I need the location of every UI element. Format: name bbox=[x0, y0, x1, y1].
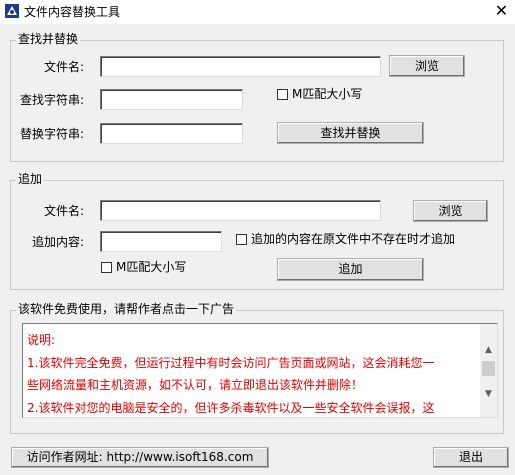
ap-match-case-checkbox[interactable] bbox=[101, 262, 112, 273]
notice-line: 些网络流量和主机资源，如不认可，请立即退出该软件并删除！ bbox=[27, 378, 364, 392]
exit-button[interactable]: 退出 bbox=[433, 447, 509, 468]
find-replace-group-title: 查找并替换 bbox=[16, 32, 81, 46]
close-icon[interactable]: ✕ bbox=[488, 0, 515, 24]
app-logo-icon bbox=[5, 4, 19, 18]
ap-content-input[interactable] bbox=[100, 231, 222, 252]
fr-file-input[interactable] bbox=[100, 56, 381, 77]
fr-file-label: 文件名: bbox=[43, 60, 84, 74]
window-title: 文件内容替换工具 bbox=[24, 5, 121, 19]
scroll-down-icon[interactable]: ▼ bbox=[480, 386, 497, 403]
fr-find-input[interactable] bbox=[100, 89, 243, 110]
ap-content-label: 追加内容: bbox=[31, 235, 84, 249]
ad-group-title: 该软件免费使用，请帮作者点击一下广告 bbox=[16, 302, 237, 316]
ap-file-input[interactable] bbox=[100, 200, 381, 221]
ap-only-if-absent-checkbox[interactable] bbox=[236, 234, 247, 245]
ap-file-label: 文件名: bbox=[43, 204, 84, 218]
ap-match-case-label: M匹配大小写 bbox=[116, 260, 187, 274]
fr-find-label: 查找字符串: bbox=[19, 93, 84, 107]
fr-replace-input[interactable] bbox=[100, 123, 243, 144]
append-group-title: 追加 bbox=[16, 172, 45, 186]
notice-textbox[interactable]: 说明: 1.该软件完全免费，但运行过程中有时会访问广告页面或网站，这会消耗您一 … bbox=[22, 323, 498, 418]
notice-line: 说明: bbox=[27, 333, 56, 347]
append-button[interactable]: 追加 bbox=[277, 258, 424, 281]
notice-line: 2.该软件对您的电脑是安全的，但许多杀毒软件以及一些安全软件会误报，这 bbox=[27, 401, 435, 415]
ap-only-if-absent-label: 追加的内容在原文件中不存在时才追加 bbox=[251, 232, 456, 246]
fr-replace-label: 替换字符串: bbox=[19, 127, 84, 141]
notice-line: 1.该软件完全免费，但运行过程中有时会访问广告页面或网站，这会消耗您一 bbox=[27, 356, 435, 370]
notice-scrollbar[interactable]: ▲ ▼ bbox=[480, 324, 497, 417]
ap-browse-button[interactable]: 浏览 bbox=[413, 200, 488, 222]
fr-browse-button[interactable]: 浏览 bbox=[389, 55, 465, 77]
scroll-up-icon[interactable]: ▲ bbox=[480, 342, 497, 359]
scroll-thumb[interactable] bbox=[482, 361, 495, 376]
fr-match-case-checkbox[interactable] bbox=[277, 89, 288, 100]
fr-match-case-label: M匹配大小写 bbox=[292, 87, 363, 101]
visit-author-site-button[interactable]: 访问作者网址: http://www.isoft168.com bbox=[11, 447, 269, 468]
find-replace-button[interactable]: 查找并替换 bbox=[277, 122, 424, 144]
